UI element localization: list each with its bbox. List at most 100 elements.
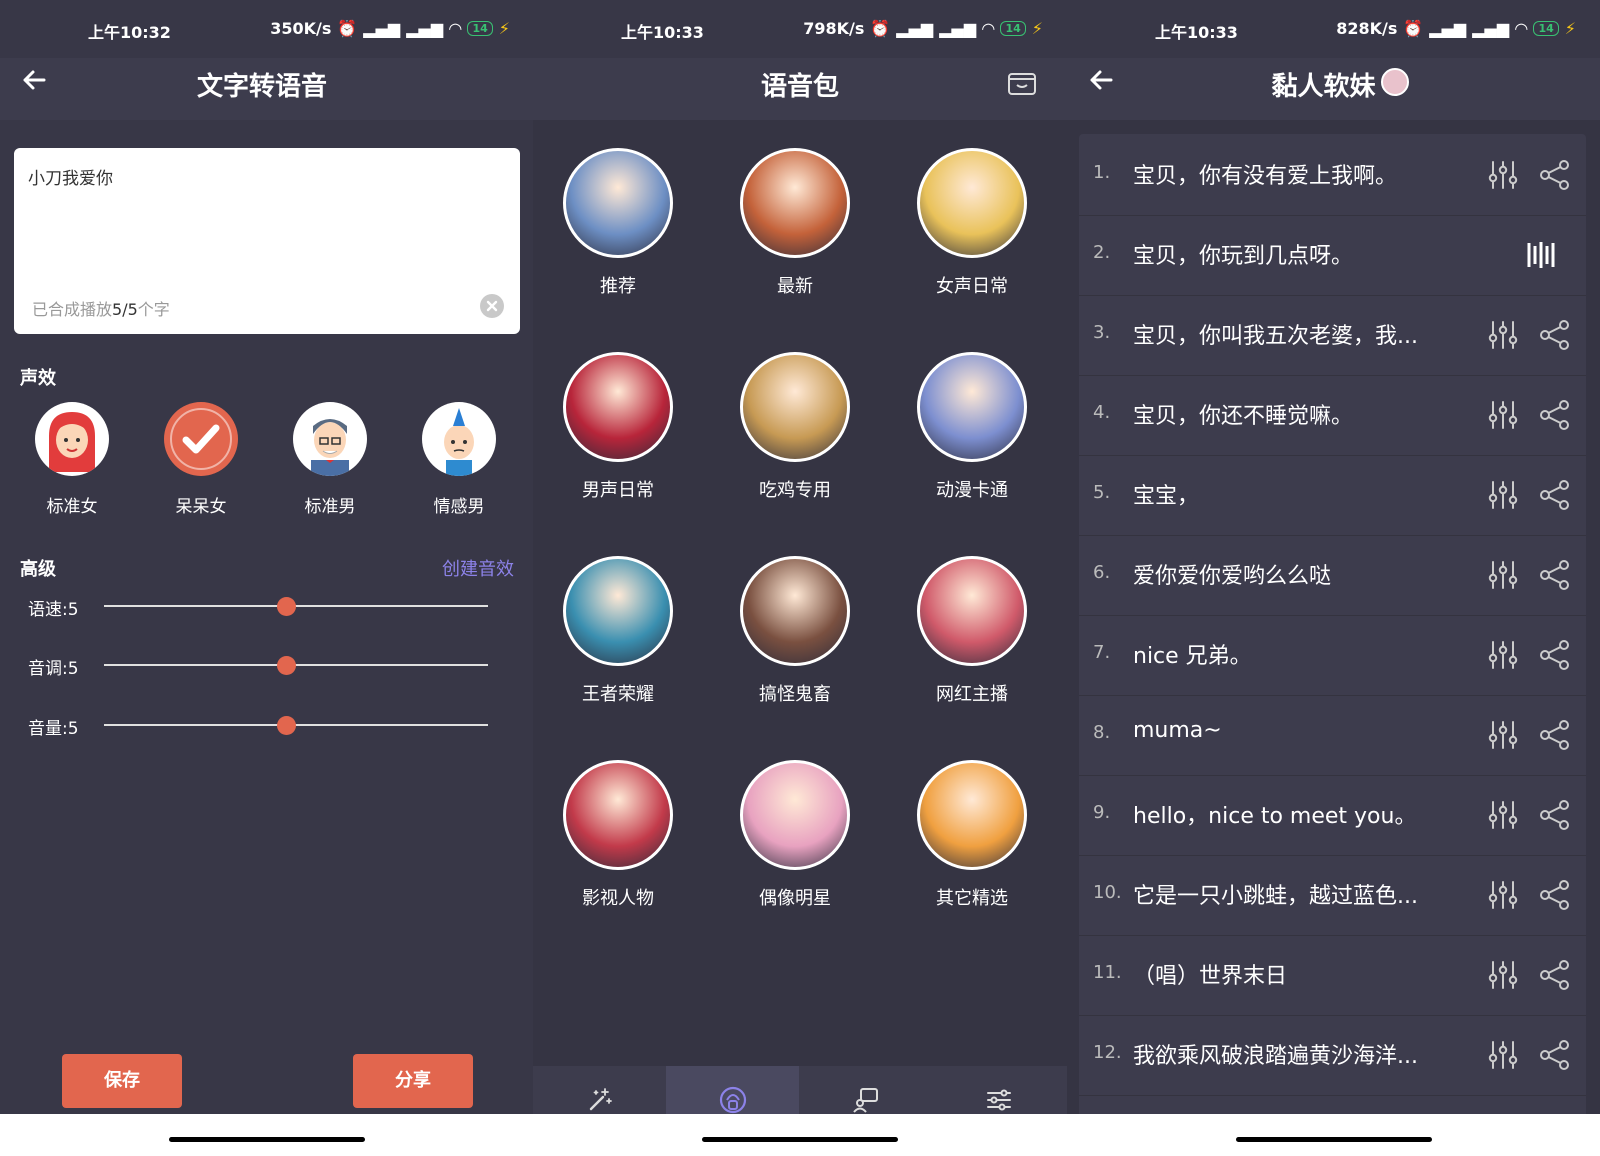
equalizer-icon[interactable] — [1486, 478, 1520, 516]
equalizer-icon[interactable] — [1486, 1038, 1520, 1076]
voice-list-item[interactable]: 2. 宝贝，你玩到几点呀。 — [1079, 214, 1586, 296]
share-icon[interactable] — [1538, 798, 1572, 836]
equalizer-icon[interactable] — [1486, 718, 1520, 756]
voice-dull-female[interactable]: 呆呆女 — [164, 402, 238, 517]
speed-slider[interactable]: 语速:5 — [28, 591, 488, 621]
voice-list-item[interactable]: 8. muma~ — [1079, 694, 1586, 776]
equalizer-icon[interactable] — [1486, 798, 1520, 836]
item-text: 我欲乘风破浪踏遍黄沙海洋... — [1133, 1044, 1418, 1069]
char-count: 已合成播放5/5个字 — [32, 300, 170, 319]
home-indicator[interactable] — [169, 1137, 365, 1142]
voice-list-item[interactable]: 10. 它是一只小跳蛙，越过蓝色... — [1079, 854, 1586, 936]
voice-standard-male[interactable]: 标准男 — [293, 402, 367, 517]
category-label: 其它精选 — [936, 888, 1008, 909]
share-icon[interactable] — [1538, 558, 1572, 596]
category-item[interactable]: 推荐 — [543, 148, 693, 298]
emotional-male-avatar-icon — [422, 402, 496, 476]
item-number: 12. — [1093, 1042, 1122, 1063]
folder-icon[interactable] — [1007, 70, 1037, 96]
share-icon[interactable] — [1538, 318, 1572, 356]
category-item[interactable]: 女声日常 — [897, 148, 1047, 298]
category-avatar — [917, 148, 1027, 258]
category-item[interactable]: 影视人物 — [543, 760, 693, 910]
net-speed: 350K/s — [270, 19, 332, 38]
app-header: 文字转语音 — [0, 58, 534, 120]
share-icon[interactable] — [1538, 398, 1572, 436]
share-icon[interactable] — [1538, 158, 1572, 196]
item-text: （唱）世界末日 — [1133, 964, 1288, 989]
wifi-icon: ◠ — [982, 19, 995, 38]
voice-list-screen: 上午10:33 828K/s ⏰ ▂▄▆ ▂▄▆ ◠ 14 ⚡ 黏人软妹 1. 宝… — [1067, 0, 1600, 1156]
item-number: 3. — [1093, 322, 1111, 343]
voice-list-item[interactable]: 12. 我欲乘风破浪踏遍黄沙海洋... — [1079, 1014, 1586, 1096]
share-icon[interactable] — [1538, 1038, 1572, 1076]
clear-icon[interactable] — [480, 294, 504, 318]
chat-icon — [852, 1088, 878, 1113]
equalizer-icon[interactable] — [1486, 398, 1520, 436]
voice-list-item[interactable]: 5. 宝宝， — [1079, 454, 1586, 536]
pitch-slider[interactable]: 音调:5 — [28, 650, 488, 680]
category-item[interactable]: 网红主播 — [897, 556, 1047, 706]
share-button[interactable]: 分享 — [353, 1054, 473, 1108]
create-effect-link[interactable]: 创建音效 — [442, 555, 514, 581]
text-input[interactable]: 小刀我爱你 已合成播放5/5个字 — [14, 148, 520, 334]
equalizer-icon[interactable] — [1486, 958, 1520, 996]
share-icon[interactable] — [1538, 878, 1572, 916]
page-title: 黏人软妹 — [1271, 72, 1376, 102]
voice-list-item[interactable]: 9. hello，nice to meet you。 — [1079, 774, 1586, 856]
item-text: hello，nice to meet you。 — [1133, 804, 1417, 829]
input-text[interactable]: 小刀我爱你 — [28, 164, 113, 189]
category-item[interactable]: 其它精选 — [897, 760, 1047, 910]
slider-thumb[interactable] — [277, 716, 296, 735]
equalizer-icon[interactable] — [1486, 558, 1520, 596]
effects-title: 声效 — [20, 368, 56, 389]
category-item[interactable]: 最新 — [720, 148, 870, 298]
male-avatar-icon — [293, 402, 367, 476]
voice-list-item[interactable]: 3. 宝贝，你叫我五次老婆，我... — [1079, 294, 1586, 376]
share-icon[interactable] — [1538, 958, 1572, 996]
share-icon[interactable] — [1538, 478, 1572, 516]
voice-list-item[interactable]: 4. 宝贝，你还不睡觉嘛。 — [1079, 374, 1586, 456]
category-label: 影视人物 — [582, 888, 654, 909]
charging-icon: ⚡ — [1564, 19, 1576, 38]
equalizer-icon[interactable] — [1486, 878, 1520, 916]
voice-list-item[interactable]: 7. nice 兄弟。 — [1079, 614, 1586, 696]
home-indicator[interactable] — [702, 1137, 898, 1142]
voice-list: 1. 宝贝，你有没有爱上我啊。 2. 宝贝，你玩到几点呀。 3. 宝贝，你叫我五次老婆，我… — [1079, 134, 1586, 1122]
category-item[interactable]: 动漫卡通 — [897, 352, 1047, 502]
category-item[interactable]: 吃鸡专用 — [720, 352, 870, 502]
voice-pack-screen: 上午10:33 798K/s ⏰ ▂▄▆ ▂▄▆ ◠ 14 ⚡ 语音包 推荐 最新… — [533, 0, 1067, 1156]
slider-thumb[interactable] — [277, 656, 296, 675]
item-text: 宝贝，你还不睡觉嘛。 — [1133, 404, 1354, 429]
voice-list-item[interactable]: 6. 爱你爱你爱哟么么哒 — [1079, 534, 1586, 616]
avatar — [1381, 68, 1409, 96]
category-item[interactable]: 偶像明星 — [720, 760, 870, 910]
item-text: 宝贝，你有没有爱上我啊。 — [1133, 164, 1398, 189]
save-button[interactable]: 保存 — [62, 1054, 182, 1108]
category-item[interactable]: 搞怪鬼畜 — [720, 556, 870, 706]
battery-icon: 14 — [1533, 21, 1559, 36]
item-text: 宝宝， — [1133, 484, 1200, 509]
category-avatar — [563, 148, 673, 258]
equalizer-icon[interactable] — [1486, 158, 1520, 196]
voice-list-item[interactable]: 1. 宝贝，你有没有爱上我啊。 — [1079, 134, 1586, 216]
category-item[interactable]: 王者荣耀 — [543, 556, 693, 706]
slider-thumb[interactable] — [277, 597, 296, 616]
signal-icon: ▂▄▆ — [1472, 19, 1510, 38]
playing-waveform-icon[interactable] — [1526, 238, 1556, 276]
equalizer-icon[interactable] — [1486, 638, 1520, 676]
volume-slider[interactable]: 音量:5 — [28, 710, 488, 740]
voice-emotional-male[interactable]: 情感男 — [422, 402, 496, 517]
status-time: 上午10:32 — [88, 23, 171, 42]
category-item[interactable]: 男声日常 — [543, 352, 693, 502]
voice-standard-female[interactable]: 标准女 — [35, 402, 109, 517]
share-icon[interactable] — [1538, 638, 1572, 676]
page-title: 文字转语音 — [196, 72, 327, 102]
home-indicator[interactable] — [1235, 1137, 1432, 1142]
category-label: 推荐 — [600, 276, 636, 297]
share-icon[interactable] — [1538, 718, 1572, 756]
equalizer-icon[interactable] — [1486, 318, 1520, 356]
advanced-title: 高级 — [20, 559, 56, 580]
voice-list-item[interactable]: 11. （唱）世界末日 — [1079, 934, 1586, 1016]
item-text: 宝贝，你叫我五次老婆，我... — [1133, 324, 1418, 349]
